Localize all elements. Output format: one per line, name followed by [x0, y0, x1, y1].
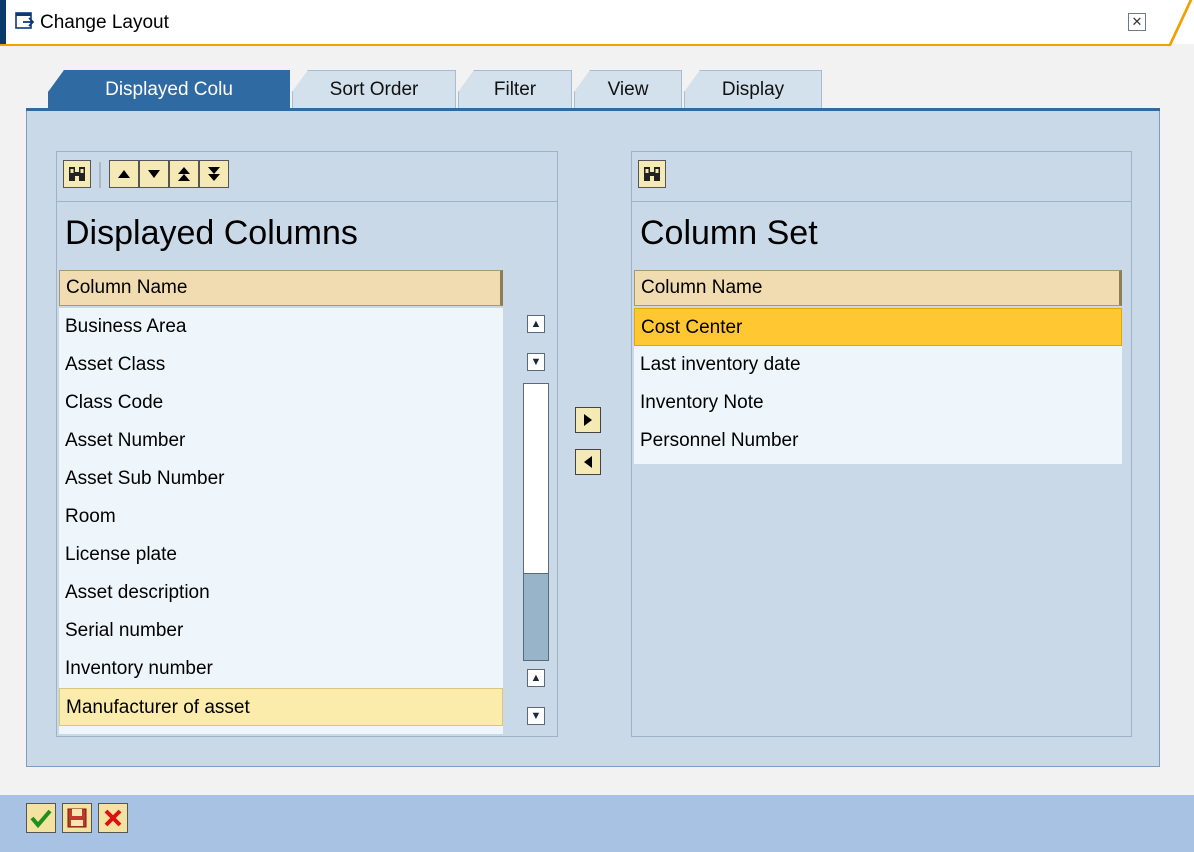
- move-right-icon[interactable]: [575, 407, 601, 433]
- tab-filter[interactable]: Filter: [458, 70, 572, 109]
- tab-displayed-columns[interactable]: Displayed Colu: [48, 70, 290, 109]
- move-up-icon[interactable]: [109, 160, 139, 188]
- list-item-selected[interactable]: Cost Center: [634, 308, 1122, 346]
- list-item[interactable]: Asset description: [59, 574, 503, 612]
- scrollbar-thumb[interactable]: [523, 573, 549, 661]
- move-left-icon[interactable]: [575, 449, 601, 475]
- list-item[interactable]: Personnel Number: [634, 422, 1122, 460]
- column-set-list: Cost Center Last inventory date Inventor…: [634, 308, 1122, 464]
- tab-strip: Displayed Colu Sort Order Filter View Di…: [0, 70, 1194, 110]
- list-item-selected[interactable]: Manufacturer of asset: [59, 688, 503, 726]
- list-item[interactable]: Class Code: [59, 384, 503, 422]
- find-icon[interactable]: [63, 160, 91, 188]
- list-item[interactable]: License plate: [59, 536, 503, 574]
- list-item[interactable]: Asset Sub Number: [59, 460, 503, 498]
- displayed-columns-list: Business Area Asset Class Class Code Ass…: [59, 308, 503, 734]
- close-icon[interactable]: ✕: [1128, 13, 1146, 31]
- list-item[interactable]: Last inventory date: [634, 346, 1122, 384]
- move-bottom-icon[interactable]: [199, 160, 229, 188]
- column-set-box: Column Set Column Name Cost Center Last …: [631, 151, 1132, 737]
- scroll-page-up-icon[interactable]: ▲: [527, 669, 545, 687]
- scroll-down-icon[interactable]: ▼: [527, 353, 545, 371]
- window-icon: [15, 12, 35, 29]
- displayed-columns-box: Displayed Columns Column Name Business A…: [56, 151, 558, 737]
- left-toolbar: [57, 152, 557, 202]
- list-item[interactable]: Business Area: [59, 308, 503, 346]
- scroll-page-down-icon[interactable]: ▼: [527, 707, 545, 725]
- title-underline: [0, 44, 1170, 46]
- find-icon[interactable]: [638, 160, 666, 188]
- tab-sort-order[interactable]: Sort Order: [292, 70, 456, 109]
- dialog-footer: [0, 795, 1194, 852]
- tab-view[interactable]: View: [574, 70, 682, 109]
- confirm-icon[interactable]: [26, 803, 56, 833]
- window-title: Change Layout: [40, 12, 169, 33]
- window-title-bar: Change Layout ✕: [0, 0, 1194, 46]
- right-column-header[interactable]: Column Name: [634, 270, 1122, 306]
- right-toolbar: [632, 152, 1131, 202]
- move-down-icon[interactable]: [139, 160, 169, 188]
- left-column-header[interactable]: Column Name: [59, 270, 503, 306]
- list-item[interactable]: Asset Class: [59, 346, 503, 384]
- title-corner: [1168, 0, 1193, 46]
- title-accent-stripe: [0, 0, 6, 44]
- list-item[interactable]: Room: [59, 498, 503, 536]
- list-item[interactable]: Inventory Note: [634, 384, 1122, 422]
- cancel-icon[interactable]: [98, 803, 128, 833]
- tab-display[interactable]: Display: [684, 70, 822, 109]
- column-set-heading: Column Set: [640, 214, 818, 252]
- list-item[interactable]: Inventory number: [59, 650, 503, 688]
- tab-content-panel: Displayed Columns Column Name Business A…: [26, 111, 1160, 767]
- toolbar-separator: [99, 162, 101, 188]
- move-top-icon[interactable]: [169, 160, 199, 188]
- displayed-columns-heading: Displayed Columns: [65, 214, 358, 252]
- save-icon[interactable]: [62, 803, 92, 833]
- list-item[interactable]: Serial number: [59, 612, 503, 650]
- scroll-up-icon[interactable]: ▲: [527, 315, 545, 333]
- list-item[interactable]: Asset Number: [59, 422, 503, 460]
